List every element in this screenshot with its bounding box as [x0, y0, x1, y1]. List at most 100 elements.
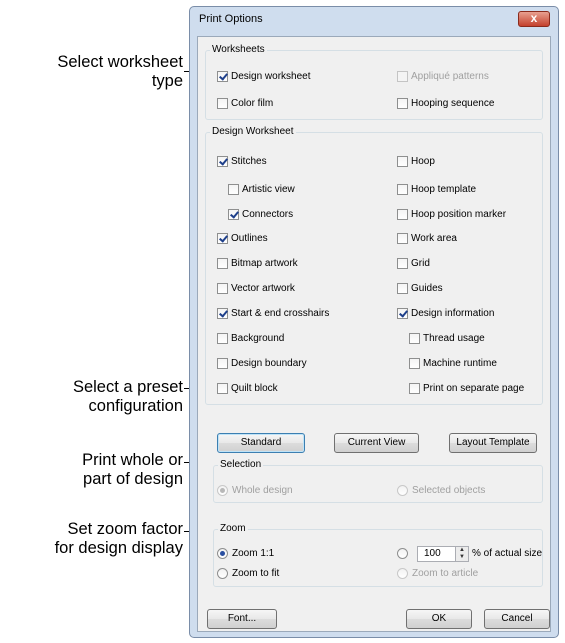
callout-line: configuration — [88, 397, 183, 415]
checkbox-box[interactable] — [397, 98, 408, 109]
checkbox-thread-usage[interactable]: Thread usage — [409, 333, 485, 344]
checkbox-box[interactable] — [228, 209, 239, 220]
checkbox-connectors[interactable]: Connectors — [228, 209, 293, 220]
radio-selected-objects: Selected objects — [397, 485, 485, 496]
checkbox-box[interactable] — [409, 333, 420, 344]
spin-down-icon[interactable]: ▼ — [456, 554, 468, 561]
checkbox-box[interactable] — [409, 383, 420, 394]
checkbox-design-boundary[interactable]: Design boundary — [217, 358, 307, 369]
checkbox-box[interactable] — [228, 184, 239, 195]
percent-suffix-label: % of actual size — [472, 548, 543, 559]
current-view-button[interactable]: Current View — [334, 433, 419, 453]
checkbox-label: Artistic view — [242, 184, 295, 195]
checkbox-design-information[interactable]: Design information — [397, 308, 494, 319]
radio-dot — [397, 568, 408, 579]
radio-zoom-1-1[interactable]: Zoom 1:1 — [217, 548, 274, 559]
checkbox-box[interactable] — [217, 283, 228, 294]
checkbox-label: Hooping sequence — [411, 98, 495, 109]
standard-button[interactable]: Standard — [217, 433, 305, 453]
checkbox-bitmap-artwork[interactable]: Bitmap artwork — [217, 258, 298, 269]
checkbox-print-separate-page[interactable]: Print on separate page — [409, 383, 524, 394]
checkbox-label: Hoop template — [411, 184, 477, 195]
checkbox-box[interactable] — [397, 308, 408, 319]
radio-label: Whole design — [232, 485, 293, 496]
checkbox-artistic-view[interactable]: Artistic view — [228, 184, 295, 195]
checkbox-work-area[interactable]: Work area — [397, 233, 457, 244]
worksheets-group-label: Worksheets — [210, 44, 267, 55]
checkbox-box[interactable] — [217, 71, 228, 82]
radio-dot[interactable] — [217, 548, 228, 559]
checkbox-label: Vector artwork — [231, 283, 295, 294]
callout-line: Set zoom factor — [67, 520, 183, 538]
zoom-percent-value[interactable]: 100 — [424, 548, 441, 559]
callout-line: Select a preset — [72, 378, 183, 396]
callout-line: for design display — [54, 539, 183, 557]
callout-preset: Select a preset configuration — [73, 378, 183, 416]
checkbox-label: Hoop — [411, 156, 435, 167]
checkbox-color-film[interactable]: Color film — [217, 98, 273, 109]
callout-worksheet-type: Select worksheet type — [57, 53, 183, 91]
checkbox-box[interactable] — [217, 156, 228, 167]
radio-zoom-to-fit[interactable]: Zoom to fit — [217, 568, 279, 579]
zoom-percent-spinner[interactable]: 100 ▲ ▼ — [417, 546, 469, 562]
checkbox-box[interactable] — [217, 333, 228, 344]
checkbox-box[interactable] — [409, 358, 420, 369]
checkbox-label: Design information — [411, 308, 495, 319]
checkbox-box[interactable] — [397, 184, 408, 195]
checkbox-hoop-position-marker[interactable]: Hoop position marker — [397, 209, 506, 220]
callout-line: Print whole or — [82, 451, 183, 469]
checkbox-guides[interactable]: Guides — [397, 283, 443, 294]
dialog-client: Worksheets Design worksheet Appliqué pat… — [197, 36, 551, 632]
checkbox-box[interactable] — [217, 358, 228, 369]
checkbox-hoop[interactable]: Hoop — [397, 156, 435, 167]
checkbox-label: Machine runtime — [423, 358, 497, 369]
checkbox-quilt-block[interactable]: Quilt block — [217, 383, 278, 394]
callout-line: part of design — [83, 470, 183, 488]
ok-button[interactable]: OK — [406, 609, 472, 629]
layout-template-button[interactable]: Layout Template — [449, 433, 537, 453]
checkbox-vector-artwork[interactable]: Vector artwork — [217, 283, 295, 294]
title-bar[interactable]: Print Options x — [190, 7, 558, 33]
selection-group-label: Selection — [218, 459, 264, 470]
checkbox-label: Design worksheet — [231, 71, 311, 82]
font-button[interactable]: Font... — [207, 609, 277, 629]
callout-selection: Print whole or part of design — [82, 451, 183, 489]
checkbox-hoop-template[interactable]: Hoop template — [397, 184, 476, 195]
radio-dot — [217, 485, 228, 496]
checkbox-box[interactable] — [217, 308, 228, 319]
checkbox-label: Print on separate page — [423, 383, 525, 394]
checkbox-label: Work area — [411, 233, 457, 244]
checkbox-label: Stitches — [231, 156, 267, 167]
radio-dot[interactable] — [217, 568, 228, 579]
radio-whole-design: Whole design — [217, 485, 293, 496]
checkbox-box[interactable] — [397, 156, 408, 167]
radio-label: Selected objects — [412, 485, 486, 496]
checkbox-box[interactable] — [397, 209, 408, 220]
checkbox-box[interactable] — [217, 258, 228, 269]
checkbox-box[interactable] — [217, 383, 228, 394]
checkbox-label: Color film — [231, 98, 274, 109]
checkbox-box — [397, 71, 408, 82]
checkbox-box[interactable] — [217, 233, 228, 244]
checkbox-hooping-sequence[interactable]: Hooping sequence — [397, 98, 494, 109]
checkbox-start-end-crosshairs[interactable]: Start & end crosshairs — [217, 308, 329, 319]
close-button[interactable]: x — [518, 11, 550, 27]
checkbox-machine-runtime[interactable]: Machine runtime — [409, 358, 497, 369]
checkbox-outlines[interactable]: Outlines — [217, 233, 268, 244]
spin-up-icon[interactable]: ▲ — [456, 547, 468, 554]
close-icon: x — [530, 11, 538, 25]
radio-percent-actual-size[interactable] — [397, 548, 412, 559]
checkbox-box[interactable] — [397, 233, 408, 244]
radio-dot[interactable] — [397, 548, 408, 559]
checkbox-box[interactable] — [217, 98, 228, 109]
callout-line: Select worksheet — [57, 53, 183, 71]
checkbox-stitches[interactable]: Stitches — [217, 156, 267, 167]
cancel-button[interactable]: Cancel — [484, 609, 550, 629]
checkbox-grid[interactable]: Grid — [397, 258, 430, 269]
dialog-title: Print Options — [199, 13, 263, 25]
checkbox-box[interactable] — [397, 283, 408, 294]
checkbox-box[interactable] — [397, 258, 408, 269]
checkbox-design-worksheet[interactable]: Design worksheet — [217, 71, 310, 82]
callout-zoom: Set zoom factor for design display — [55, 520, 183, 558]
checkbox-background[interactable]: Background — [217, 333, 284, 344]
